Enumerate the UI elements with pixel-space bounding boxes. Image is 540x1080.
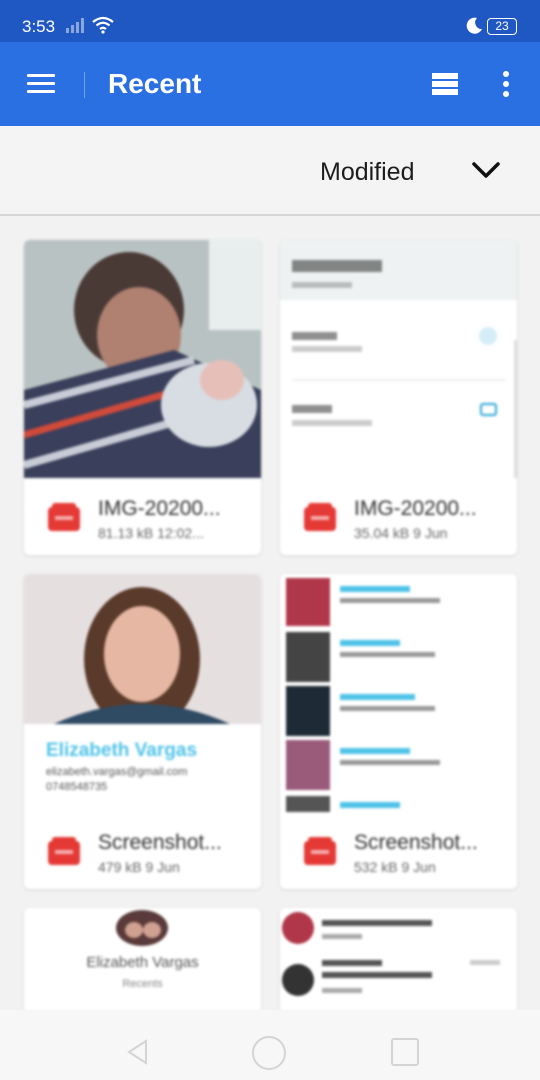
sort-label[interactable]: Modified	[320, 158, 415, 187]
file-card[interactable]: Screenshot... 532 kB 9 Jun	[280, 574, 517, 889]
file-meta: 35.04 kB 9 Jun	[354, 525, 448, 541]
menu-icon[interactable]	[27, 74, 55, 94]
more-options-icon[interactable]	[503, 71, 511, 99]
wifi-icon	[92, 16, 114, 34]
list-view-icon[interactable]	[432, 73, 458, 95]
file-thumbnail	[280, 574, 517, 812]
profile-photo	[116, 910, 168, 946]
file-name: Screenshot...	[354, 831, 478, 854]
file-meta: 81.13 kB 12:02...	[98, 525, 204, 541]
contact-photo	[24, 574, 261, 724]
photo-thumbnail	[24, 240, 261, 478]
pdf-icon	[48, 837, 80, 865]
page-title: Recent	[108, 68, 202, 99]
contact-email: elizabeth.vargas@gmail.com	[46, 766, 188, 778]
contact-phone: 0748548735	[46, 781, 108, 793]
app-bar: Recent	[0, 42, 540, 126]
moon-icon	[466, 17, 482, 34]
file-card[interactable]: Elizabeth Vargas Recents	[24, 908, 261, 1010]
app-bar-divider	[84, 72, 85, 98]
file-card[interactable]	[280, 908, 517, 1010]
app-screenshot-thumbnail	[280, 240, 517, 478]
file-card[interactable]: IMG-20200... 35.04 kB 9 Jun	[280, 240, 517, 555]
file-name: IMG-20200...	[98, 497, 221, 520]
file-grid: IMG-20200... 81.13 kB 12:02... IMG-20200…	[0, 216, 540, 1010]
recents-icon[interactable]	[391, 1038, 419, 1066]
file-name: IMG-20200...	[354, 497, 477, 520]
file-thumbnail	[24, 240, 261, 478]
file-name: Screenshot...	[98, 831, 222, 854]
profile-name: Elizabeth Vargas	[86, 954, 199, 971]
file-thumbnail	[280, 240, 517, 478]
sort-bar: Modified	[0, 126, 540, 216]
home-icon[interactable]	[252, 1036, 286, 1070]
file-card[interactable]: Elizabeth Vargas elizabeth.vargas@gmail.…	[24, 574, 261, 889]
battery-icon: 23	[487, 18, 517, 35]
navigation-bar	[0, 1010, 540, 1080]
contact-list-thumbnail	[286, 578, 440, 812]
pdf-icon	[304, 837, 336, 865]
file-meta: 479 kB 9 Jun	[98, 859, 180, 875]
file-info: IMG-20200... 35.04 kB 9 Jun	[280, 479, 517, 555]
file-card[interactable]: IMG-20200... 81.13 kB 12:02...	[24, 240, 261, 555]
contact-name: Elizabeth Vargas	[46, 740, 198, 761]
chevron-down-icon[interactable]	[471, 159, 501, 181]
contact-list-thumbnail	[282, 912, 500, 996]
file-meta: 532 kB 9 Jun	[354, 859, 436, 875]
file-info: IMG-20200... 81.13 kB 12:02...	[24, 479, 261, 555]
file-info: Screenshot... 532 kB 9 Jun	[280, 813, 517, 889]
back-icon[interactable]	[124, 1038, 152, 1066]
file-thumbnail: Elizabeth Vargas elizabeth.vargas@gmail.…	[24, 574, 261, 812]
signal-icon	[66, 18, 84, 33]
file-info: Screenshot... 479 kB 9 Jun	[24, 813, 261, 889]
battery-level: 23	[495, 19, 509, 33]
status-bar: 3:53 23	[0, 0, 540, 42]
status-time: 3:53	[22, 17, 56, 36]
profile-subtitle: Recents	[122, 978, 163, 990]
pdf-icon	[304, 503, 336, 531]
pdf-icon	[48, 503, 80, 531]
